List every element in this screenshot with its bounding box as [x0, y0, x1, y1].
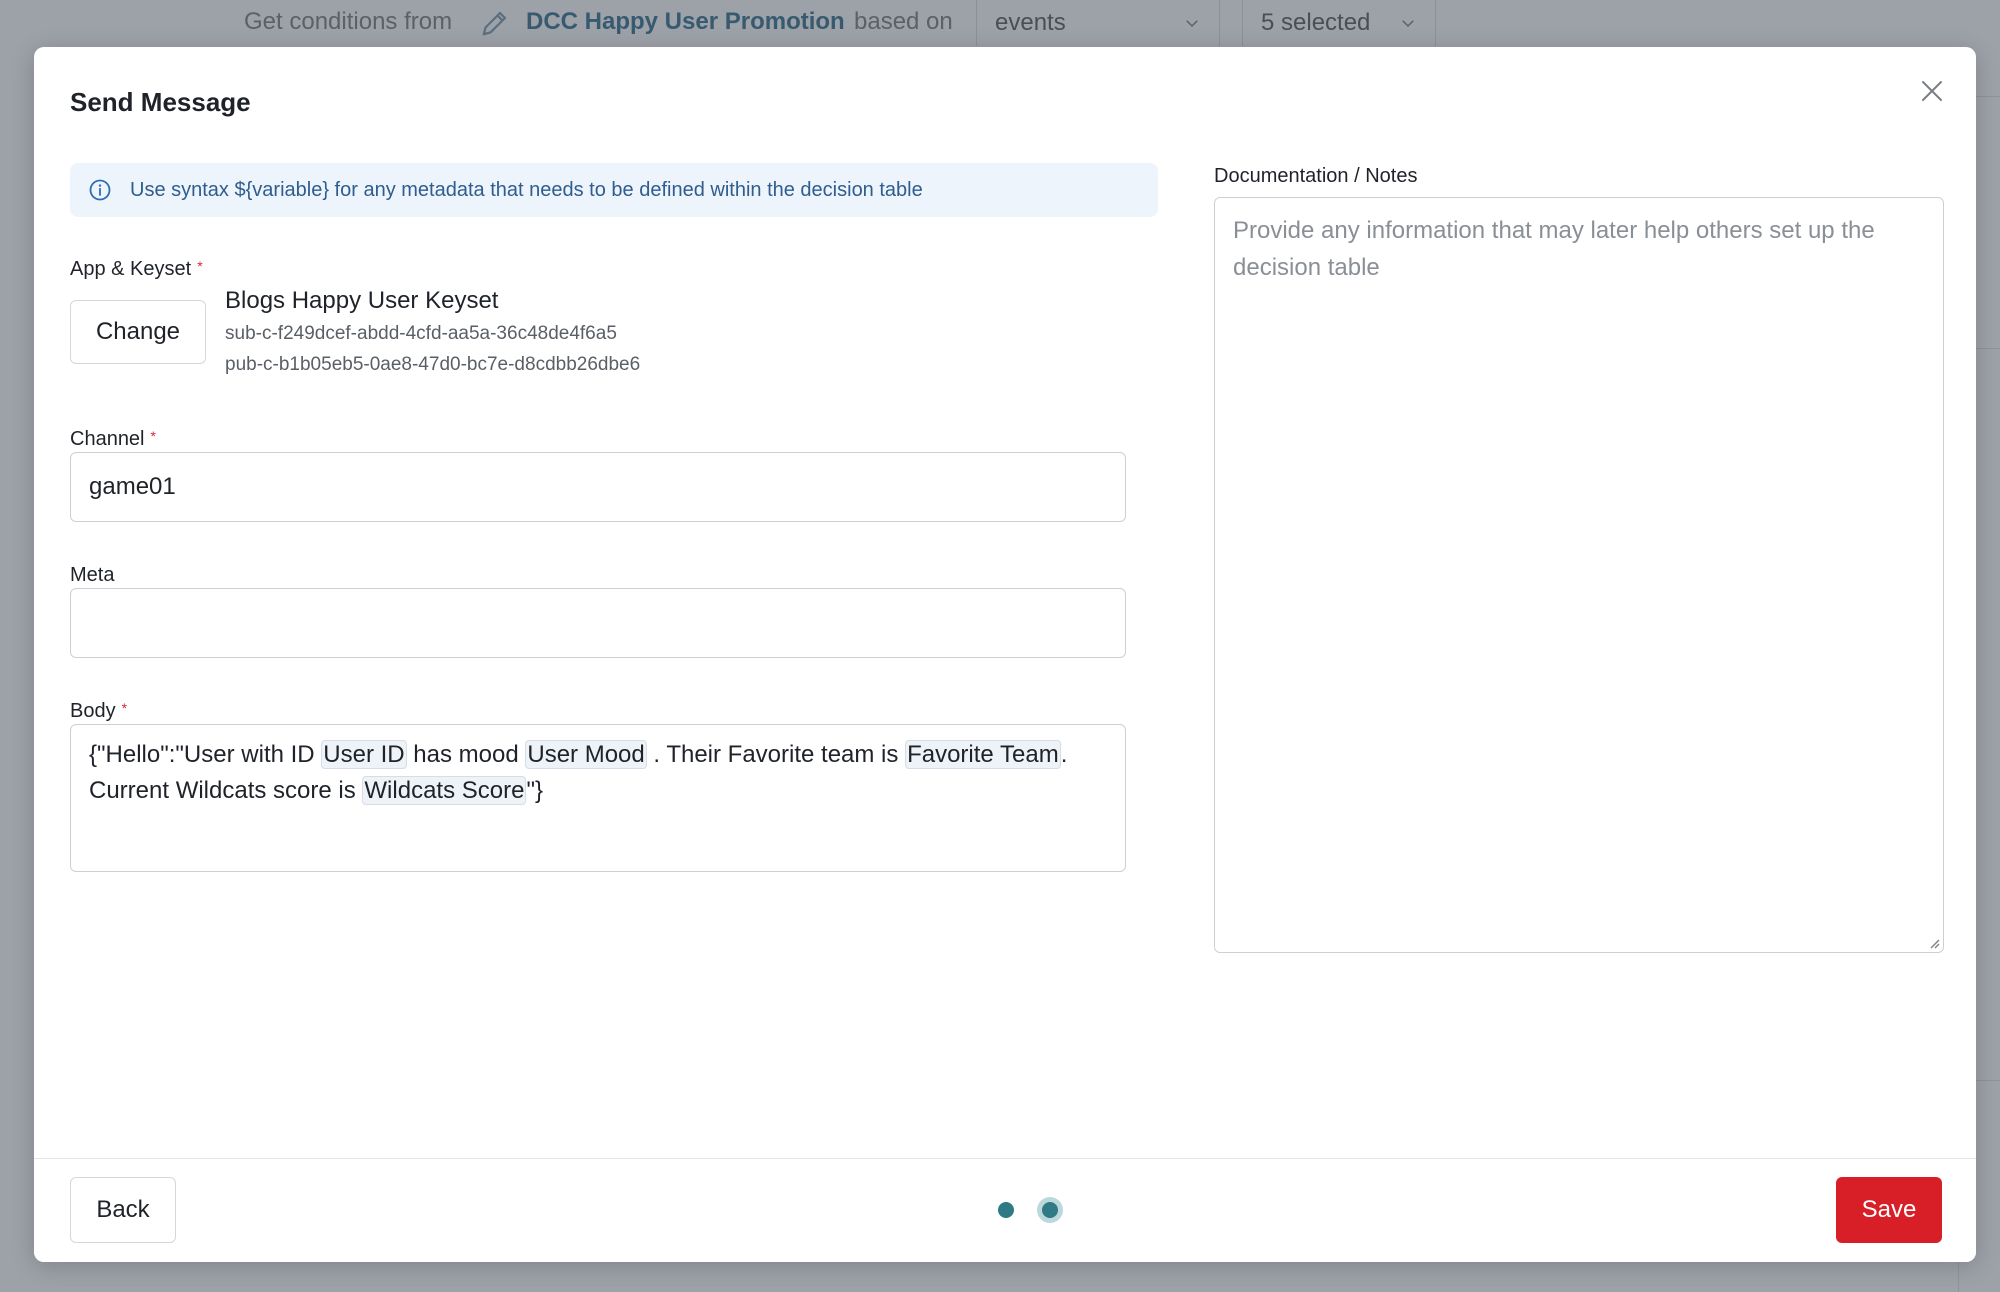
conditions-from-label: Get conditions from — [244, 8, 453, 35]
variable-chip-wildcats-score[interactable]: Wildcats Score — [362, 776, 527, 805]
background-toolbar: Get conditions from DCC Happy User Promo… — [0, 0, 2000, 48]
channel-label-text: Channel — [70, 428, 145, 450]
step-indicator-2-current[interactable] — [1042, 1202, 1058, 1218]
send-message-dialog: Send Message Use syntax ${variable} for … — [34, 47, 1976, 1262]
body-text: "} — [526, 777, 543, 804]
close-button[interactable] — [1914, 73, 1950, 109]
variable-chip-user-mood[interactable]: User Mood — [525, 740, 647, 769]
syntax-info-text: Use syntax ${variable} for any metadata … — [130, 178, 923, 201]
required-mark: * — [150, 428, 156, 444]
channel-label: Channel * — [70, 428, 156, 451]
step-indicator-1[interactable] — [998, 1202, 1014, 1218]
required-mark: * — [121, 700, 128, 716]
app-keyset-label-text: App & Keyset — [70, 258, 192, 280]
body-label: Body * — [70, 700, 127, 723]
variable-chip-favorite-team[interactable]: Favorite Team — [905, 740, 1061, 769]
keyset-name: Blogs Happy User Keyset — [225, 287, 499, 314]
publish-key: pub-c-b1b05eb5-0ae8-47d0-bc7e-d8cdbb26db… — [225, 354, 641, 375]
body-label-text: Body — [70, 700, 116, 722]
based-on-label: based on — [854, 8, 953, 35]
required-mark: * — [197, 258, 203, 274]
close-icon — [1922, 81, 1942, 101]
body-editor[interactable]: {"Hello":"User with ID User ID has mood … — [70, 724, 1126, 872]
app-keyset-label: App & Keyset * — [70, 258, 203, 281]
chevron-down-icon — [1402, 20, 1414, 28]
variable-chip-user-id[interactable]: User ID — [321, 740, 407, 769]
channel-input[interactable] — [70, 452, 1126, 522]
subscribe-key: sub-c-f249dcef-abdd-4cfd-aa5a-36c48de4f6… — [225, 323, 617, 344]
chevron-down-icon — [1186, 20, 1198, 28]
body-text: {"Hello":"User with ID — [89, 741, 322, 768]
pencil-icon[interactable] — [480, 8, 510, 38]
body-text: . Their Favorite team is — [646, 741, 906, 768]
selection-count-value: 5 selected — [1261, 9, 1371, 36]
save-button[interactable]: Save — [1836, 1177, 1942, 1243]
meta-label: Meta — [70, 564, 115, 586]
info-icon — [89, 179, 111, 201]
dialog-title: Send Message — [70, 87, 251, 117]
change-keyset-button[interactable]: Change — [70, 300, 206, 364]
back-button[interactable]: Back — [70, 1177, 176, 1243]
source-name-link[interactable]: DCC Happy User Promotion — [526, 8, 845, 36]
notes-textarea[interactable] — [1214, 197, 1944, 953]
selection-count-select[interactable]: 5 selected — [1242, 0, 1436, 46]
events-select-value: events — [995, 9, 1066, 36]
notes-label: Documentation / Notes — [1214, 165, 1418, 187]
syntax-info-banner: Use syntax ${variable} for any metadata … — [70, 163, 1158, 217]
body-text: has mood — [406, 741, 526, 768]
meta-input[interactable] — [70, 588, 1126, 658]
dialog-footer: Back Save — [34, 1158, 1976, 1262]
events-select[interactable]: events — [976, 0, 1220, 46]
resize-grip-icon[interactable] — [1928, 937, 1940, 949]
